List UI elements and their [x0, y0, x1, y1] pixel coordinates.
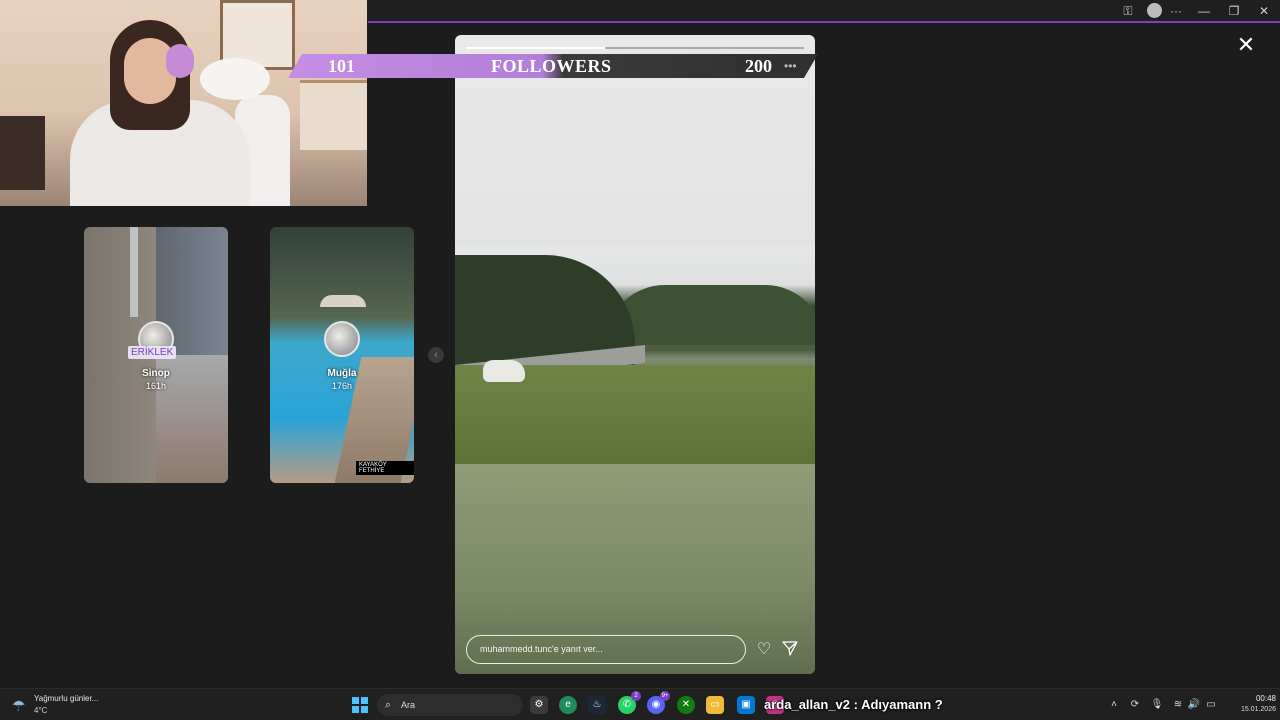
whatsapp-badge: 2 — [631, 691, 641, 701]
search-placeholder: Ara — [401, 700, 416, 710]
banner-label: FOLLOWERS — [491, 56, 612, 76]
follower-goal: 200 — [745, 56, 772, 76]
thumb-title: Muğla — [327, 368, 357, 379]
webcam-feed — [0, 0, 367, 206]
steam-app-icon[interactable]: ♨ — [588, 696, 606, 714]
story-photo — [455, 245, 815, 464]
photo-horse — [483, 360, 525, 382]
weather-text[interactable]: Yağmurlu günler... — [34, 694, 98, 703]
search-input[interactable]: ⌕ Ara — [377, 694, 523, 716]
file-explorer-icon[interactable]: ▭ — [706, 696, 724, 714]
discord-badge: 9+ — [660, 691, 670, 701]
discord-app-icon[interactable]: ◉ 9+ — [647, 691, 670, 714]
thumb-waterfall — [130, 227, 138, 317]
user-icon[interactable] — [1147, 3, 1162, 18]
chevron-up-icon[interactable]: ˄ — [1107, 698, 1121, 712]
whatsapp-app-icon[interactable]: ✆ 2 — [618, 691, 641, 714]
story-thumbnail-sinop[interactable]: ERİKLEK Sinop 161h — [84, 227, 228, 483]
story-viewer[interactable]: muhammedd.tunc'e yanıt ver... ♡ — [455, 35, 815, 674]
close-icon[interactable]: ✕ — [1236, 34, 1256, 56]
clock-date[interactable]: 15.01.2026 — [1226, 706, 1276, 713]
key-icon[interactable]: ⚿ — [1120, 3, 1136, 19]
thumb-avatar — [324, 321, 360, 357]
thumb-umbrella — [320, 295, 366, 307]
xbox-app-icon[interactable]: ✕ — [677, 696, 695, 714]
thumb-time: 176h — [331, 381, 353, 391]
send-icon[interactable] — [780, 640, 800, 660]
taskbar: ☂ Yağmurlu günler... 4°C ⌕ Ara ⚙ e ♨ ✆ 2 … — [0, 688, 1280, 720]
reply-input[interactable]: muhammedd.tunc'e yanıt ver... — [466, 635, 746, 664]
photo-hill — [605, 285, 815, 345]
windows-start-icon[interactable] — [352, 697, 368, 713]
weather-temp: 4°C — [34, 706, 48, 715]
stream-chat-overlay: arda_allan_v2 : Adıyamann ? — [764, 697, 943, 712]
search-icon: ⌕ — [385, 699, 392, 711]
weather-rain-icon[interactable]: ☂ — [12, 697, 25, 715]
cam-desk — [0, 116, 45, 190]
cam-headphone — [166, 44, 194, 78]
followers-goal-banner: 101 FOLLOWERS 200 ••• — [288, 54, 818, 78]
sync-icon[interactable]: ⟳ — [1128, 698, 1142, 712]
chevron-left-icon[interactable]: ‹ — [428, 347, 444, 363]
story-progress-bar — [466, 47, 804, 49]
wifi-icon[interactable]: ≋ — [1171, 698, 1185, 712]
microphone-icon[interactable]: 🎙 — [1150, 698, 1164, 712]
story-thumbnail-mugla[interactable]: Muğla 176h KAYAKÖY FETHİYE — [270, 227, 414, 483]
store-app-icon[interactable]: ▣ — [737, 696, 755, 714]
screen: ⚿ ··· — ❐ ✕ ERİKLEK Sinop 161h Muğla 176… — [0, 0, 1280, 720]
heart-icon[interactable]: ♡ — [754, 640, 774, 660]
thumb-time: 161h — [145, 381, 167, 391]
thumb-title: Sinop — [142, 368, 170, 379]
cam-shelf — [300, 80, 367, 150]
follower-count: 101 — [328, 56, 355, 76]
cam-plush-toy — [200, 58, 270, 100]
window-close-icon[interactable]: ✕ — [1256, 3, 1272, 19]
settings-app-icon[interactable]: ⚙ — [530, 696, 548, 714]
minimize-icon[interactable]: — — [1196, 3, 1212, 19]
edge-app-icon[interactable]: e — [559, 696, 577, 714]
maximize-icon[interactable]: ❐ — [1226, 3, 1242, 19]
more-icon[interactable]: ••• — [784, 59, 797, 73]
volume-icon[interactable]: 🔊 — [1187, 698, 1201, 712]
battery-icon[interactable]: ▭ — [1204, 698, 1218, 712]
location-sticker: ERİKLEK — [128, 346, 177, 359]
more-icon[interactable]: ··· — [1168, 3, 1184, 19]
story-progress-fill — [466, 47, 605, 49]
clock-time[interactable]: 00:48 — [1240, 694, 1276, 703]
accent-line — [368, 21, 1280, 23]
location-tag: KAYAKÖY FETHİYE — [356, 461, 414, 475]
